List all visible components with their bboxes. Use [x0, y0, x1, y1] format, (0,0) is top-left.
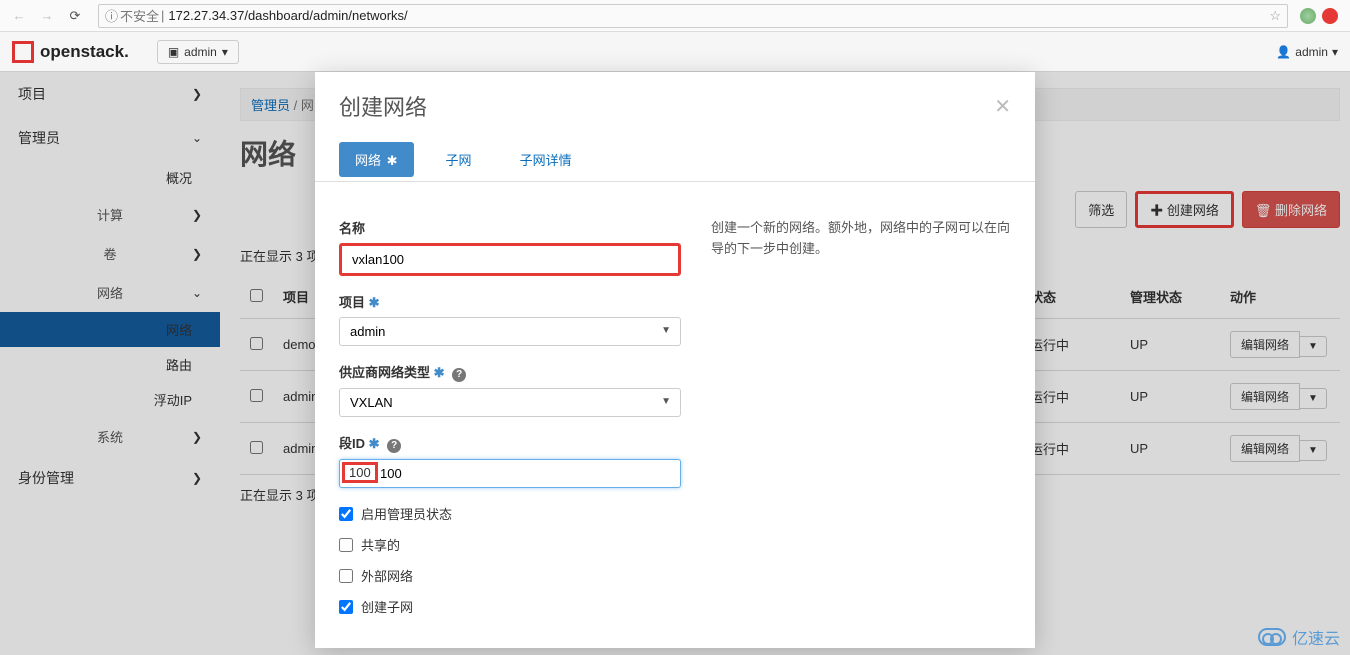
- shared-checkbox[interactable]: 共享的: [339, 535, 681, 554]
- caret-down-icon: ▾: [222, 45, 228, 59]
- project-selector-label: admin: [184, 45, 217, 59]
- user-icon: 👤: [1276, 45, 1291, 59]
- top-navbar: openstack. ▣ admin ▾ 👤 admin ▾: [0, 32, 1350, 72]
- segment-input[interactable]: [339, 459, 681, 488]
- extension-icon-1[interactable]: [1300, 8, 1316, 24]
- bookmark-star-icon[interactable]: ☆: [1269, 8, 1281, 24]
- modal-help-text: 创建一个新的网络。额外地，网络中的子网可以在向导的下一步中创建。: [711, 218, 1011, 628]
- user-menu-label: admin: [1295, 45, 1328, 59]
- insecure-badge: ⓘ 不安全 |: [105, 6, 164, 25]
- help-icon[interactable]: ?: [452, 368, 466, 382]
- browser-toolbar: ← → ⟳ ⓘ 不安全 | 172.27.34.37/dashboard/adm…: [0, 0, 1350, 32]
- segment-label: 段ID ✱ ?: [339, 433, 681, 453]
- modal-tabs: 网络 ✱ 子网 子网详情: [315, 142, 1035, 177]
- back-button[interactable]: ←: [8, 5, 30, 27]
- external-checkbox[interactable]: 外部网络: [339, 566, 681, 585]
- forward-button[interactable]: →: [36, 5, 58, 27]
- user-menu[interactable]: 👤 admin ▾: [1276, 45, 1338, 59]
- address-bar[interactable]: ⓘ 不安全 | 172.27.34.37/dashboard/admin/net…: [98, 4, 1288, 28]
- project-selector[interactable]: ▣ admin ▾: [157, 40, 239, 64]
- tab-network[interactable]: 网络 ✱: [339, 142, 414, 177]
- brand-text: openstack.: [40, 42, 129, 62]
- url-text: 172.27.34.37/dashboard/admin/networks/: [168, 8, 1269, 23]
- project-label: 项目 ✱: [339, 292, 681, 311]
- modal-form: 名称 项目 ✱ 供应商网络类型 ✱ ? 段ID ✱ ? 100 启用管理员状态 …: [339, 218, 681, 628]
- extensions-area: [1300, 8, 1342, 24]
- help-icon[interactable]: ?: [387, 439, 401, 453]
- create-network-modal: 创建网络 ✕ 网络 ✱ 子网 子网详情 名称 项目 ✱ 供应商网络类型 ✱ ? …: [315, 72, 1035, 648]
- domain-icon: ▣: [168, 45, 179, 59]
- provider-label: 供应商网络类型 ✱ ?: [339, 362, 681, 382]
- modal-title: 创建网络: [339, 90, 427, 122]
- reload-button[interactable]: ⟳: [64, 5, 86, 27]
- brand[interactable]: openstack.: [12, 41, 129, 63]
- name-input[interactable]: [339, 243, 681, 276]
- enable-admin-checkbox[interactable]: 启用管理员状态: [339, 504, 681, 523]
- provider-select[interactable]: [339, 388, 681, 417]
- watermark: 亿速云: [1258, 625, 1340, 649]
- tab-subnet[interactable]: 子网: [430, 142, 488, 177]
- tab-subnet-detail[interactable]: 子网详情: [504, 142, 588, 177]
- project-select[interactable]: [339, 317, 681, 346]
- create-subnet-checkbox[interactable]: 创建子网: [339, 597, 681, 616]
- name-label: 名称: [339, 218, 681, 237]
- watermark-logo-icon: [1258, 628, 1286, 646]
- close-icon[interactable]: ✕: [994, 94, 1011, 119]
- openstack-logo-icon: [12, 41, 34, 63]
- caret-down-icon: ▾: [1332, 45, 1338, 59]
- extension-icon-2[interactable]: [1322, 8, 1338, 24]
